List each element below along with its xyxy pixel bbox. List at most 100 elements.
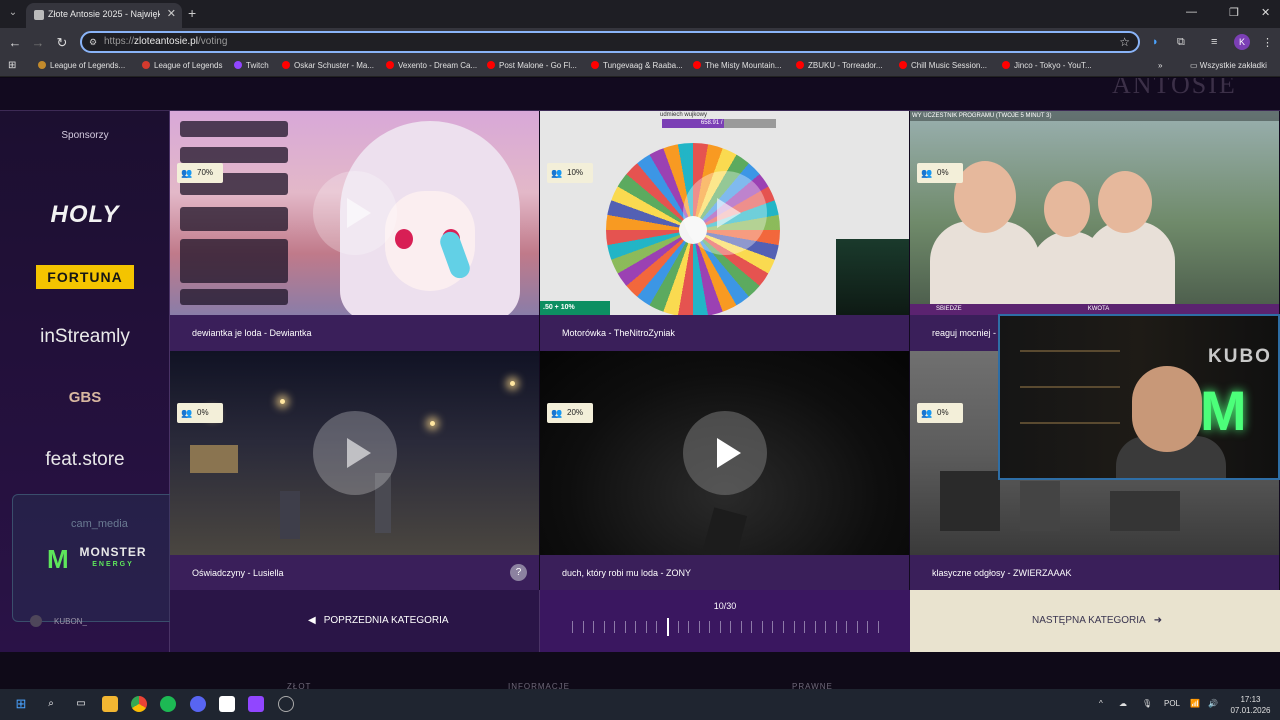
category-tick[interactable] [604,621,605,633]
tray-overflow-icon[interactable]: ^ [1099,699,1103,708]
bookmark-item[interactable]: League of Legends [142,61,223,70]
minimize-icon[interactable]: — [1186,6,1197,18]
next-category-button[interactable]: NASTĘPNA KATEGORIA ➜ [910,590,1280,652]
music-app-icon[interactable] [160,696,176,712]
network-icon[interactable]: ☁ [1119,699,1127,708]
bookmark-item[interactable]: The Misty Mountain... [693,61,781,70]
bookmark-item[interactable]: Jinco - Tokyo - YouT... [1002,61,1092,70]
video-thumbnail[interactable]: WY UCZESTNIK PROGRAMU (TWOJE 5 MINUT 3) … [910,111,1279,315]
category-tick[interactable] [825,621,826,633]
category-tick[interactable] [593,621,594,633]
category-tick[interactable] [846,621,847,633]
category-tick[interactable] [878,621,879,633]
category-tick[interactable] [741,621,742,633]
video-card[interactable]: 👥 0% Oświadczyny - Lusiella ? [170,351,539,591]
sponsor-logo-featstore[interactable]: feat.store [0,449,170,471]
help-icon[interactable]: ? [510,564,527,581]
restore-icon[interactable]: ❐ [1229,6,1239,19]
category-tick[interactable] [646,621,647,633]
sponsor-logo-fortuna[interactable]: FORTUNA [36,265,134,289]
category-tick[interactable] [583,621,584,633]
video-card[interactable]: 👥 20% duch, który robi mu loda - ZONY [540,351,909,591]
reload-icon[interactable]: ↻ [53,34,71,52]
extensions-puzzle-icon[interactable]: ⧉ [1177,36,1185,49]
category-tick[interactable] [688,621,689,633]
site-info-icon[interactable]: ⚙ [89,37,97,48]
category-tick[interactable] [772,621,773,633]
video-thumbnail[interactable]: udmiech wujkowy 658.91 / 1120 .50 + 10% … [540,111,909,315]
back-icon[interactable]: ← [6,34,24,52]
browser-menu-icon[interactable]: ⋮ [1262,36,1273,49]
category-tick[interactable] [572,621,573,633]
category-tick[interactable] [709,621,710,633]
task-view-icon[interactable]: ▭ [73,696,89,712]
bookmark-item[interactable]: Vexento - Dream Ca... [386,61,477,70]
video-card[interactable]: 👥 70% dewiantka je loda - Dewiantka [170,111,539,351]
profile-avatar[interactable]: K [1234,34,1250,50]
tab-search-icon[interactable]: ⌄ [5,5,21,21]
play-button-icon[interactable] [683,411,767,495]
language-indicator[interactable]: POL [1164,699,1180,708]
address-bar[interactable]: ⚙ https://zloteantosie.pl/voting ☆ [80,31,1140,53]
obs-icon[interactable] [278,696,294,712]
bookmark-item[interactable]: Twitch [234,61,269,70]
sponsor-logo-holy[interactable]: HOLY [0,201,170,229]
discord-icon[interactable] [190,696,206,712]
category-tick[interactable] [751,621,752,633]
category-tick[interactable] [815,621,816,633]
bookmark-star-icon[interactable]: ☆ [1119,35,1130,49]
video-thumbnail[interactable]: 👥 70% [170,111,539,315]
user-row[interactable]: KUBON_ [30,615,87,627]
site-logo-partial[interactable]: ANTOSIE [1112,78,1237,100]
url-text[interactable]: https://zloteantosie.pl/voting [104,36,227,47]
category-tick[interactable] [836,621,837,633]
app-icon[interactable] [219,696,235,712]
microphone-icon[interactable]: 🎙 [1142,699,1152,708]
twitch-app-icon[interactable] [248,696,264,712]
bookmark-item[interactable]: Chill Music Session... [899,61,987,70]
category-tick[interactable] [730,621,731,633]
category-tick[interactable] [867,621,868,633]
file-explorer-icon[interactable] [102,696,118,712]
category-tick[interactable] [783,621,784,633]
media-control-icon[interactable]: ≡ [1211,36,1217,48]
bookmark-item[interactable]: ZBUKU - Torreador... [796,61,883,70]
wifi-icon[interactable]: 📶 [1190,699,1200,708]
browser-tab[interactable]: Złote Antosie 2025 - Największa ✕ [26,3,182,28]
bookmark-item[interactable]: Post Malone - Go Fl... [487,61,577,70]
video-card[interactable]: udmiech wujkowy 658.91 / 1120 .50 + 10% … [540,111,909,351]
sponsor-logo-instreamly[interactable]: inStreamly [0,326,170,348]
play-button-icon[interactable] [683,171,767,255]
close-window-icon[interactable]: ✕ [1261,6,1270,19]
category-tick-current[interactable] [667,618,669,636]
bookmark-item[interactable]: Oskar Schuster - Ma... [282,61,374,70]
bookmarks-overflow-button[interactable]: » [1158,61,1162,70]
category-tick[interactable] [720,621,721,633]
category-tick[interactable] [678,621,679,633]
close-tab-icon[interactable]: ✕ [167,7,176,20]
bookmark-item[interactable]: Tungevaag & Raaba... [591,61,683,70]
apps-grid-icon[interactable]: ⊞ [8,60,16,71]
chrome-icon[interactable] [131,696,147,712]
category-tick[interactable] [656,621,657,633]
category-tick[interactable] [699,621,700,633]
previous-category-button[interactable]: ◀ POPRZEDNIA KATEGORIA [170,590,540,652]
windows-start-icon[interactable]: ⊞ [13,696,29,712]
video-thumbnail[interactable]: 👥 20% [540,351,909,555]
play-button-icon[interactable] [313,411,397,495]
category-tick[interactable] [635,621,636,633]
category-tick[interactable] [804,621,805,633]
sponsor-logo-gbs[interactable]: GBS [0,389,170,406]
category-tick[interactable] [794,621,795,633]
category-tick[interactable] [762,621,763,633]
search-icon[interactable]: ⌕ [43,696,59,712]
category-tick[interactable] [625,621,626,633]
sponsor-logo-monster[interactable]: M MONSTER ENERGY [47,543,157,579]
extension-icon[interactable]: ◗ [1152,36,1159,48]
bookmark-item[interactable]: League of Legends... [38,61,125,70]
video-thumbnail[interactable]: 👥 0% [170,351,539,555]
category-tick[interactable] [614,621,615,633]
volume-icon[interactable]: 🔊 [1208,699,1218,708]
system-clock[interactable]: 17:13 07.01.2026 [1228,694,1273,716]
forward-icon[interactable]: → [29,34,47,52]
